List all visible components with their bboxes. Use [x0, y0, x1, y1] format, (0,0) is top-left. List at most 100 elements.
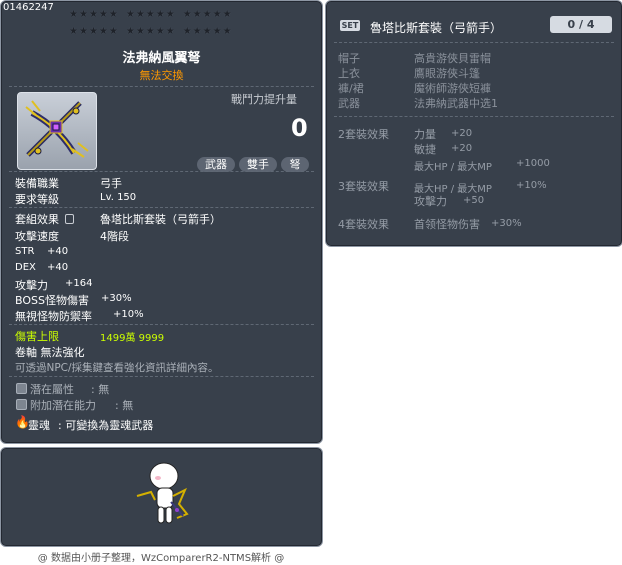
- set-badge: SET: [340, 20, 360, 31]
- potential-value: : 無: [91, 383, 110, 396]
- stat-value: +40: [47, 262, 69, 273]
- star-icon: ★: [212, 9, 222, 20]
- credit-footer: @ 数据由小册子整理，WzComparerR2-NTMS解析 @: [37, 553, 285, 564]
- star-icon: ★: [182, 9, 192, 20]
- divider: [9, 207, 314, 208]
- attack-speed-value: 4階段: [100, 230, 129, 243]
- divider: [334, 116, 614, 117]
- combat-power-value: 0: [291, 114, 308, 142]
- set-effect-value: +1000: [516, 158, 550, 169]
- star-icon: ★: [98, 26, 108, 37]
- star-icon: ★: [155, 9, 165, 20]
- item-tooltip-panel: 01462247 ★ ★ ★ ★ ★ ★ ★ ★ ★ ★ ★ ★ ★ ★ ★ ★ ★ ★ ★ ★ ★ ★ ★ ★ ★ ★…: [0, 0, 323, 444]
- star-icon: ★: [88, 9, 98, 20]
- star-icon: ★: [165, 9, 175, 20]
- set-effect-3-label: 3套裝效果: [338, 180, 389, 193]
- set-tooltip-panel: SET 魯塔比斯套裝（弓箭手） 0 / 4 帽子 高貴游俠貝雷帽 上衣 鷹眼游俠…: [325, 0, 622, 247]
- set-effect-stat: 首领怪物伤害: [414, 218, 480, 231]
- star-icon: ★: [125, 9, 135, 20]
- star-icon: ★: [222, 26, 232, 37]
- item-name: 法弗納風翼弩: [122, 51, 201, 66]
- set-effect-value: +20: [451, 143, 473, 154]
- star-icon: ★: [88, 26, 98, 37]
- set-effect-stat: 力量: [414, 128, 436, 141]
- set-effect-value: 魯塔比斯套裝（弓箭手）: [100, 213, 221, 226]
- set-effect-2-label: 2套裝效果: [338, 128, 389, 141]
- attack-speed-label: 攻擊速度: [15, 230, 59, 243]
- star-icon: ★: [202, 26, 212, 37]
- bonus-potential-value: : 無: [115, 399, 134, 412]
- divider: [9, 324, 314, 325]
- star-force-row-1: ★ ★ ★ ★ ★ ★ ★ ★ ★ ★ ★ ★ ★ ★ ★: [69, 10, 232, 20]
- set-name: 魯塔比斯套裝（弓箭手）: [370, 21, 503, 35]
- scroll-status: 卷軸 無法強化: [15, 346, 85, 359]
- star-icon: ★: [145, 26, 155, 37]
- potential-label: 潛在屬性: [30, 383, 74, 396]
- set-part-item: 法弗納武器中选1: [414, 97, 498, 110]
- set-effect-label-text: 套組效果: [15, 213, 59, 226]
- set-effect-value: +10%: [516, 180, 547, 191]
- star-icon: ★: [135, 9, 145, 20]
- item-id: 01462247: [3, 2, 54, 13]
- stat-value: +164: [65, 278, 93, 289]
- star-icon: ★: [69, 9, 78, 20]
- star-icon: ★: [192, 9, 202, 20]
- trade-restriction: 無法交換: [139, 69, 184, 82]
- stat-name: BOSS怪物傷害: [15, 294, 89, 307]
- req-job-label: 裝備職業: [15, 177, 59, 190]
- set-part-slot: 武器: [338, 97, 360, 110]
- set-effect-label: 套組效果: [15, 211, 74, 227]
- req-job-value: 弓手: [100, 177, 122, 190]
- set-part-slot: 帽子: [338, 52, 360, 65]
- divider: [9, 376, 314, 377]
- divider: [9, 86, 314, 87]
- set-effect-4-label: 4套裝效果: [338, 218, 389, 231]
- tag-crossbow: 弩: [281, 157, 309, 172]
- bonus-potential-label: 附加潛在能力: [30, 399, 96, 412]
- set-part-slot: 褲/裙: [338, 82, 364, 95]
- star-icon: ★: [182, 26, 192, 37]
- set-effect-stat: 敏捷: [414, 143, 436, 156]
- star-icon: ★: [125, 26, 135, 37]
- star-icon: ★: [98, 9, 108, 20]
- set-effect-value: +20: [451, 128, 473, 139]
- set-effect-stat: 攻擊力: [414, 195, 447, 208]
- soul-label: 靈魂: [28, 419, 50, 432]
- star-icon: ★: [165, 26, 175, 37]
- lock-icon: [64, 214, 74, 224]
- character-avatar: [131, 456, 201, 536]
- stat-name: 無視怪物防禦率: [15, 310, 92, 323]
- avatar-preview-panel: [0, 447, 323, 547]
- divider: [9, 171, 314, 172]
- set-part-item: 鷹眼游俠斗篷: [414, 67, 480, 80]
- soul-value: : 可變換為靈魂武器: [58, 419, 154, 432]
- set-part-item: 高貴游俠貝雷帽: [414, 52, 491, 65]
- star-icon: ★: [78, 26, 88, 37]
- tag-weapon: 武器: [197, 157, 235, 172]
- star-icon: ★: [108, 9, 118, 20]
- crossbow-icon: [17, 92, 97, 170]
- stat-value: +40: [47, 246, 69, 257]
- set-part-item: 魔術師游俠短褲: [414, 82, 491, 95]
- star-force-row-2: ★ ★ ★ ★ ★ ★ ★ ★ ★ ★ ★ ★ ★ ★ ★: [69, 27, 232, 37]
- set-count: 0 / 4: [550, 16, 612, 33]
- combat-power-label: 戰鬥力提升量: [231, 93, 297, 106]
- req-level-value: Lv. 150: [100, 192, 137, 203]
- stat-name: DEX: [15, 262, 36, 273]
- star-icon: ★: [212, 26, 222, 37]
- damage-cap-value: 1499萬 9999: [100, 333, 165, 344]
- set-effect-stat: 最大HP / 最大MP: [414, 162, 492, 173]
- star-icon: ★: [108, 26, 118, 37]
- star-icon: ★: [78, 9, 88, 20]
- stat-name: STR: [15, 246, 35, 257]
- bonus-potential-icon: [16, 399, 27, 410]
- enhance-hint: 可透過NPC/採集鍵查看強化資訊詳細內容。: [15, 362, 219, 374]
- star-icon: ★: [202, 9, 212, 20]
- divider: [334, 42, 614, 43]
- damage-cap-label: 傷害上限: [15, 330, 59, 343]
- req-level-label: 要求等級: [15, 193, 59, 206]
- star-icon: ★: [135, 26, 145, 37]
- set-part-slot: 上衣: [338, 67, 360, 80]
- stat-value: +10%: [113, 309, 144, 320]
- set-effect-value: +30%: [491, 218, 522, 229]
